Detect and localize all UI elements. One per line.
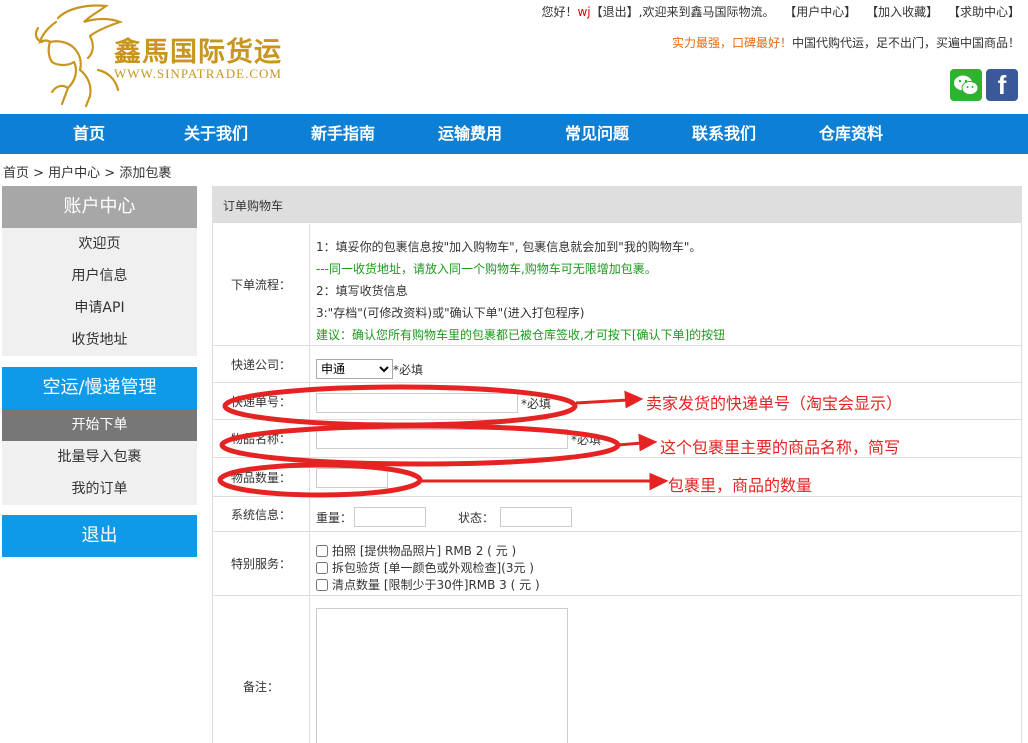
top-user-bar: 您好！wj【退出】,欢迎来到鑫马国际物流。 【用户中心】 【加入收藏】 【求助中… — [541, 3, 1020, 20]
sidebar-logout[interactable]: 退出 — [2, 515, 197, 557]
process-steps: 1：填妥你的包裹信息按"加入购物车", 包裹信息就会加到"我的购物车"。 ---… — [316, 236, 725, 346]
service-photo-label: 拍照 [提供物品照片] RMB 2 ( 元 ) — [332, 544, 517, 558]
service-inspect-checkbox[interactable] — [316, 561, 328, 574]
service-count-label: 清点数量 [限制少于30件]RMB 3 ( 元 ) — [332, 578, 540, 592]
panel-title: 订单购物车 — [213, 187, 1021, 223]
site-logo[interactable]: 鑫馬国际货运 WWW.SINPATRADE.COM — [28, 0, 298, 112]
slogan: 实力最强，口碑最好！中国代购代运，足不出门，买遍中国商品！ — [672, 34, 1020, 51]
item-name-label: 物品名称： — [213, 420, 310, 457]
facebook-icon[interactable]: f — [986, 69, 1018, 101]
sidebar-account-title: 账户中心 — [2, 186, 197, 228]
username: wj — [577, 5, 591, 19]
status-label: 状态： — [458, 510, 495, 525]
facebook-glyph: f — [997, 69, 1007, 100]
status-field[interactable] — [500, 507, 573, 527]
brand-name-cn: 鑫馬国际货运 — [114, 37, 282, 68]
slogan-highlight: 实力最强，口碑最好！ — [671, 36, 792, 50]
nav-faq[interactable]: 常见问题 — [542, 114, 652, 154]
process-row: 下单流程： 1：填妥你的包裹信息按"加入购物车", 包裹信息就会加到"我的购物车… — [213, 224, 1021, 346]
system-info-row: 系统信息： 重量： 状态： — [213, 497, 1021, 532]
courier-label: 快递公司： — [213, 346, 310, 382]
sidebar-item-batch-import[interactable]: 批量导入包裹 — [2, 441, 197, 473]
process-label: 下单流程： — [213, 224, 310, 345]
step-2: 2：填写收货信息 — [316, 284, 408, 298]
notes-row: 备注： — [213, 596, 1021, 743]
service-photo-checkbox[interactable] — [316, 544, 328, 557]
weight-label: 重量： — [316, 510, 353, 525]
service-inspect[interactable]: 拆包验货 [单一颜色或外观检查](3元 ) — [316, 559, 540, 576]
step-advice: 建议：确认您所有购物车里的包裹都已被仓库签收,才可按下[确认下单]的按钮 — [316, 328, 726, 342]
user-center-link[interactable]: 【用户中心】 — [784, 5, 856, 19]
nav-guide[interactable]: 新手指南 — [288, 114, 398, 154]
courier-row: 快递公司： 申通 *必填 — [213, 346, 1021, 383]
wechat-glyph-icon — [954, 75, 979, 95]
tracking-number-input[interactable] — [316, 393, 518, 413]
services-label: 特别服务： — [213, 532, 310, 595]
courier-select[interactable]: 申通 — [316, 359, 393, 379]
item-name-required: *必填 — [571, 432, 602, 447]
tracking-annotation: 卖家发货的快递单号（淘宝会显示） — [646, 394, 903, 413]
step-3: 3:"存档"(可修改资料)或"确认下单"(进入打包程序) — [316, 306, 585, 320]
wechat-icon[interactable] — [950, 69, 982, 101]
nav-contact[interactable]: 联系我们 — [669, 114, 779, 154]
weight-field[interactable] — [354, 507, 427, 527]
order-cart-panel: 订单购物车 下单流程： 1：填妥你的包裹信息按"加入购物车", 包裹信息就会加到… — [212, 186, 1022, 743]
add-favorite-link[interactable]: 【加入收藏】 — [866, 5, 938, 19]
slogan-text: 中国代购代运，足不出门，买遍中国商品！ — [791, 36, 1020, 50]
nav-home[interactable]: 首页 — [34, 114, 144, 154]
item-name-annotation: 这个包裹里主要的商品名称，简写 — [660, 438, 901, 457]
sidebar-shipping-menu: 开始下单 批量导入包裹 我的订单 — [2, 409, 197, 505]
help-center-link[interactable]: 【求助中心】 — [948, 5, 1020, 19]
tracking-required: *必填 — [521, 396, 552, 411]
quantity-label: 物品数量： — [213, 458, 310, 496]
sidebar-item-start-order[interactable]: 开始下单 — [2, 409, 197, 441]
main-nav: 首页 关于我们 新手指南 运输费用 常见问题 联系我们 仓库资料 — [0, 114, 1028, 154]
notes-textarea[interactable] — [316, 608, 568, 743]
service-count-checkbox[interactable] — [316, 578, 328, 591]
welcome-text: ,欢迎来到鑫马国际物流。 — [638, 5, 775, 19]
system-info-label: 系统信息： — [213, 497, 310, 531]
sidebar-item-my-orders[interactable]: 我的订单 — [2, 473, 197, 505]
notes-label: 备注： — [213, 596, 310, 743]
nav-about[interactable]: 关于我们 — [161, 114, 271, 154]
nav-shipping-cost[interactable]: 运输费用 — [415, 114, 525, 154]
sidebar-account-menu: 欢迎页 用户信息 申请API 收货地址 — [2, 228, 197, 356]
step-1-note: ---同一收货地址，请放入同一个购物车,购物车可无限增加包裹。 — [316, 262, 657, 276]
service-inspect-label: 拆包验货 [单一颜色或外观检查](3元 ) — [332, 561, 534, 575]
sidebar-item-user-info[interactable]: 用户信息 — [2, 260, 197, 292]
nav-warehouse[interactable]: 仓库资料 — [796, 114, 906, 154]
sidebar-item-welcome[interactable]: 欢迎页 — [2, 228, 197, 260]
quantity-annotation: 包裹里，商品的数量 — [668, 476, 813, 495]
brand-name-en: WWW.SINPATRADE.COM — [114, 66, 282, 81]
service-count[interactable]: 清点数量 [限制少于30件]RMB 3 ( 元 ) — [316, 576, 540, 593]
logout-link[interactable]: 【退出】 — [591, 5, 639, 19]
sidebar-shipping-title: 空运/慢递管理 — [2, 367, 197, 409]
sidebar-item-address[interactable]: 收货地址 — [2, 324, 197, 356]
tracking-label: 快递单号： — [213, 383, 310, 419]
social-links: f — [950, 69, 1018, 101]
step-1: 1：填妥你的包裹信息按"加入购物车", 包裹信息就会加到"我的购物车"。 — [316, 240, 702, 254]
quantity-input[interactable] — [316, 468, 388, 488]
service-photo[interactable]: 拍照 [提供物品照片] RMB 2 ( 元 ) — [316, 542, 540, 559]
quantity-row: 物品数量： — [213, 458, 1021, 497]
item-name-input[interactable] — [316, 429, 568, 449]
greeting-text: 您好！ — [541, 5, 578, 19]
page: 鑫馬国际货运 WWW.SINPATRADE.COM 您好！wj【退出】,欢迎来到… — [0, 0, 1028, 743]
courier-required: *必填 — [393, 362, 424, 377]
pegasus-logo-icon — [34, 4, 124, 108]
sidebar-item-api[interactable]: 申请API — [2, 292, 197, 324]
breadcrumb: 首页 > 用户中心 > 添加包裹 — [3, 166, 172, 181]
services-row: 特别服务： 拍照 [提供物品照片] RMB 2 ( 元 ) 拆包验货 [单一颜色… — [213, 532, 1021, 596]
